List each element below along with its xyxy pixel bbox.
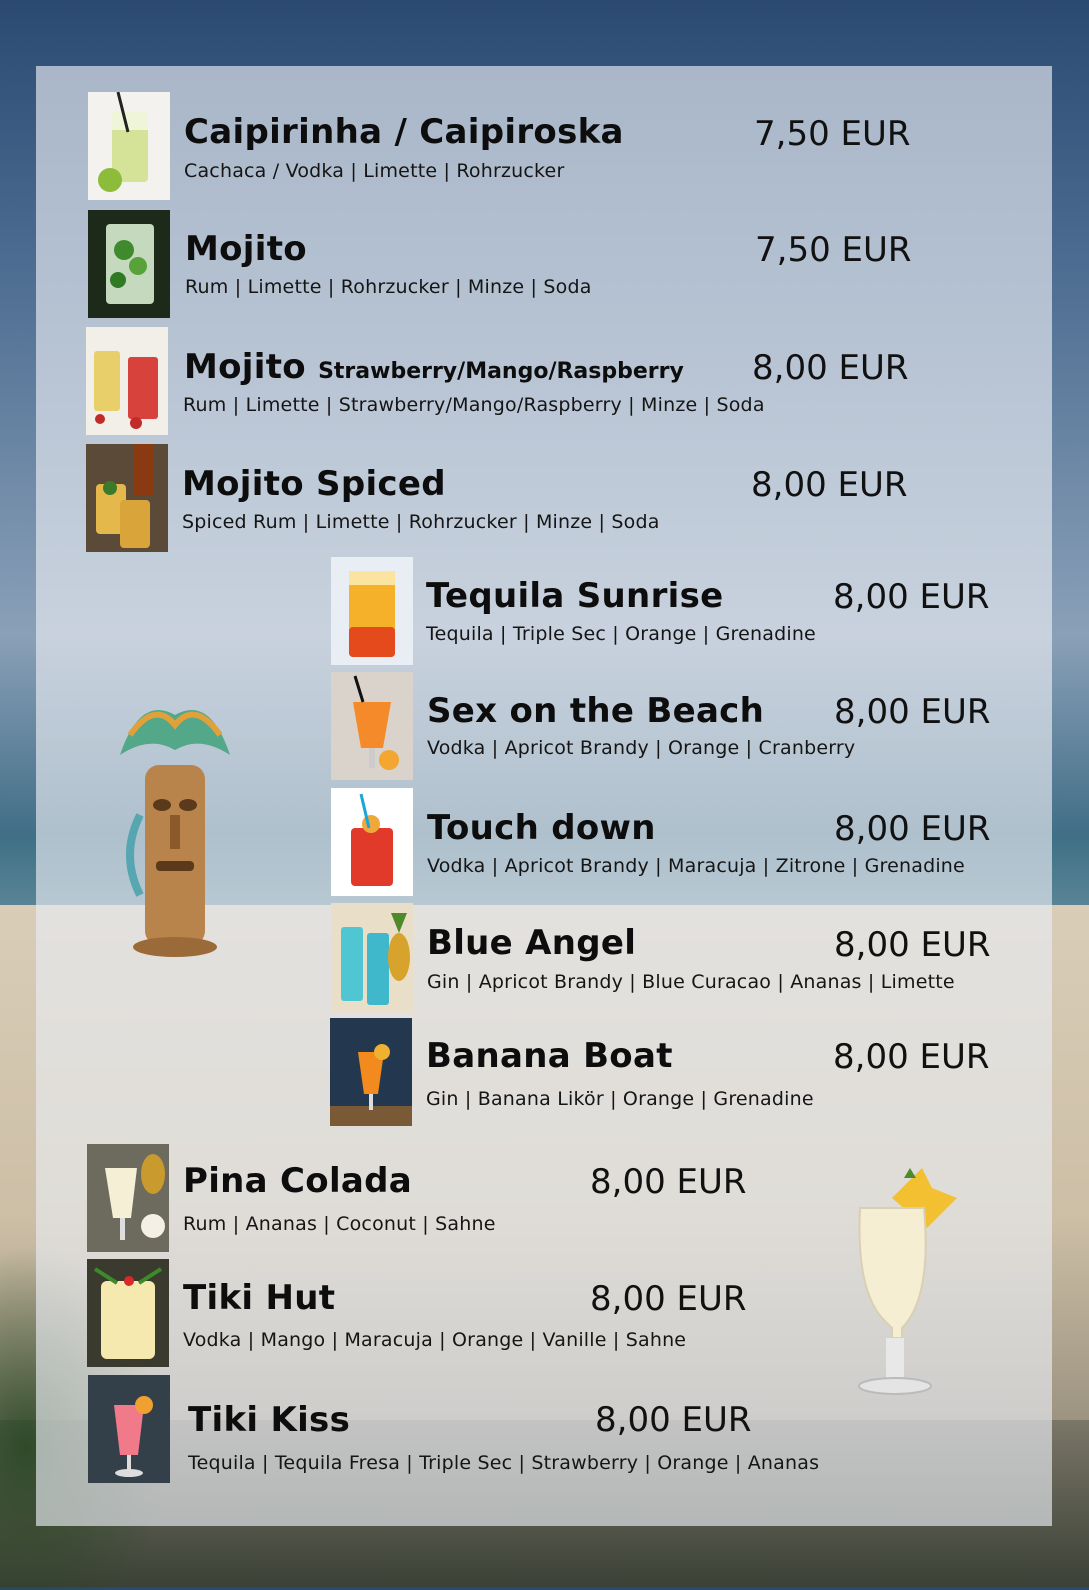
drink-ingredients: Rum | Ananas | Coconut | Sahne (183, 1213, 496, 1235)
drink-price: 8,00 EUR (595, 1400, 752, 1440)
drink-name: Pina Colada (183, 1161, 413, 1201)
fruit-mojito-icon (86, 327, 168, 435)
drink-ingredients: Spiced Rum | Limette | Rohrzucker | Minz… (182, 511, 660, 533)
drink-name: Tiki Hut (183, 1278, 336, 1318)
pink-cocktail-icon (88, 1375, 170, 1483)
drink-ingredients: Rum | Limette | Strawberry/Mango/Raspber… (183, 394, 765, 416)
drink-name: Touch down (427, 808, 656, 848)
drink-ingredients: Gin | Apricot Brandy | Blue Curacao | An… (427, 971, 955, 993)
drink-price: 8,00 EUR (833, 577, 990, 617)
drink-ingredients: Tequila | Triple Sec | Orange | Grenadin… (426, 623, 816, 645)
drink-name: Mojito Spiced (182, 464, 446, 504)
sunrise-cocktail-icon (331, 557, 413, 665)
drink-name: Banana Boat (426, 1036, 673, 1076)
drink-name: Tiki Kiss (188, 1400, 351, 1440)
drink-ingredients: Vodka | Apricot Brandy | Maracuja | Zitr… (427, 855, 965, 877)
drink-ingredients: Rum | Limette | Rohrzucker | Minze | Sod… (185, 276, 592, 298)
orange-cocktail-icon (331, 672, 413, 780)
drink-variant: Strawberry/Mango/Raspberry (318, 359, 684, 384)
drink-price: 7,50 EUR (754, 114, 911, 154)
drink-ingredients: Gin | Banana Likör | Orange | Grenadine (426, 1088, 814, 1110)
red-cocktail-icon (331, 788, 413, 896)
drink-price: 8,00 EUR (834, 809, 991, 849)
drink-name: Blue Angel (427, 923, 637, 963)
drink-name: Mojito Strawberry/Mango/Raspberry (184, 347, 684, 387)
pina-colada-icon (87, 1144, 169, 1252)
drink-price: 8,00 EUR (752, 348, 909, 388)
cream-cocktail-icon (87, 1259, 169, 1367)
drink-ingredients: Vodka | Mango | Maracuja | Orange | Vani… (183, 1329, 687, 1351)
pina-colada-glass-icon (852, 1168, 962, 1403)
drink-ingredients: Tequila | Tequila Fresa | Triple Sec | S… (188, 1452, 820, 1474)
drink-price: 8,00 EUR (590, 1162, 747, 1202)
drink-ingredients: Vodka | Apricot Brandy | Orange | Cranbe… (427, 737, 856, 759)
drink-name: Caipirinha / Caipiroska (184, 112, 624, 152)
drink-price: 8,00 EUR (590, 1279, 747, 1319)
drink-price: 7,50 EUR (755, 230, 912, 270)
drink-name: Sex on the Beach (427, 691, 765, 731)
drink-price: 8,00 EUR (833, 1037, 990, 1077)
drink-price: 8,00 EUR (834, 692, 991, 732)
drink-ingredients: Cachaca / Vodka | Limette | Rohrzucker (184, 160, 565, 182)
lime-cocktail-icon (88, 92, 170, 200)
drink-name: Tequila Sunrise (426, 576, 724, 616)
banana-cocktail-icon (330, 1018, 412, 1126)
mint-cocktail-icon (88, 210, 170, 318)
blue-cocktail-icon (331, 903, 413, 1011)
spiced-mojito-icon (86, 444, 168, 552)
drink-price: 8,00 EUR (834, 925, 991, 965)
tiki-statue-icon (100, 695, 250, 965)
drink-name: Mojito (185, 229, 307, 269)
drink-price: 8,00 EUR (751, 465, 908, 505)
